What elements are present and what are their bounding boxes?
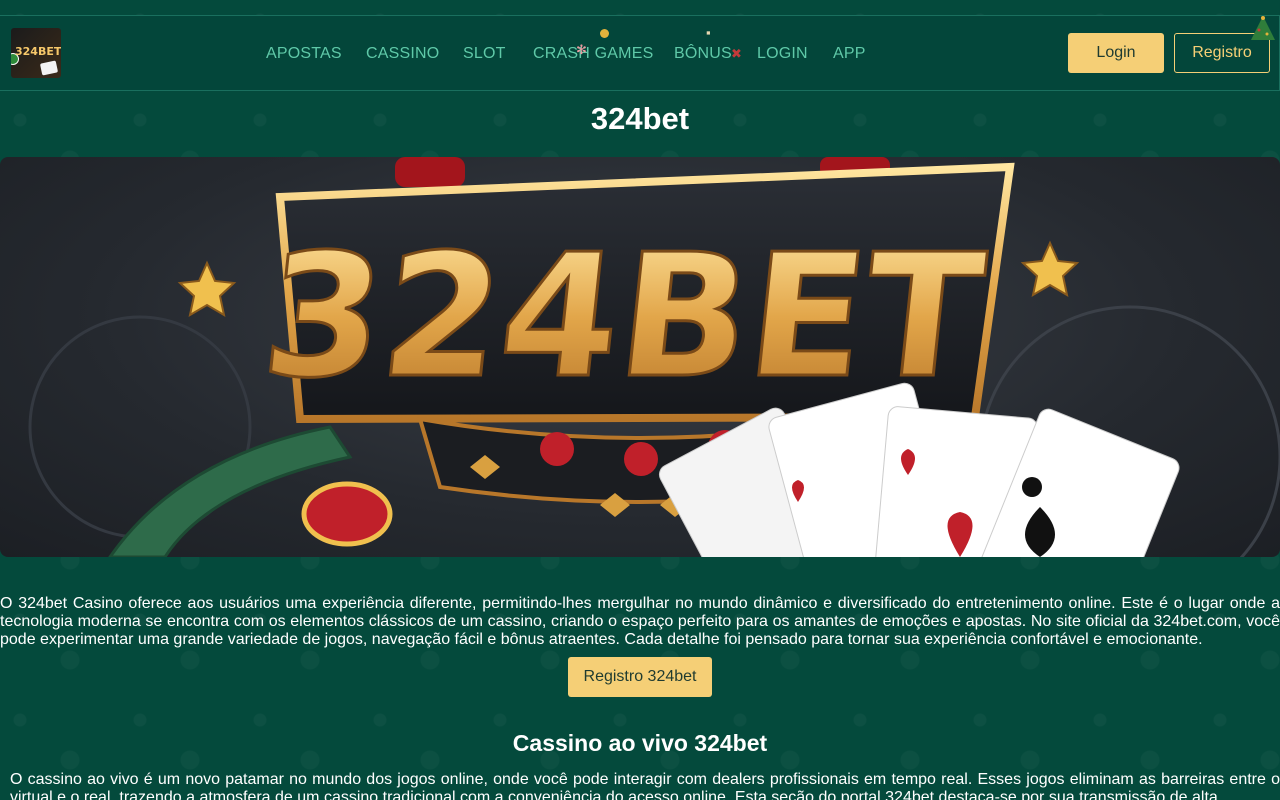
ornament-icon xyxy=(600,29,609,38)
chip-icon xyxy=(624,442,658,476)
chip-icon xyxy=(395,157,465,187)
bow-icon: ✖ xyxy=(731,46,742,61)
banner-logo-text: 324BET xyxy=(255,218,992,415)
nav-item-apostas[interactable]: APOSTAS xyxy=(266,45,342,63)
nav-item-login[interactable]: LOGIN xyxy=(757,45,808,63)
star-icon xyxy=(177,260,237,318)
register-cta-button[interactable]: Registro 324bet xyxy=(568,657,712,697)
site-logo[interactable]: 324BET xyxy=(11,28,61,78)
hero-banner[interactable]: 324BET xyxy=(0,157,1280,557)
christmas-tree-icon xyxy=(1251,16,1275,40)
nav-item-crash-games[interactable]: CRASH GAMES xyxy=(533,45,653,63)
live-casino-paragraph: O cassino ao vivo é um novo patamar no m… xyxy=(10,771,1280,800)
page-title: 324bet xyxy=(590,101,690,136)
snowflake-icon: ✻ xyxy=(576,42,587,57)
nav-item-bonus[interactable]: BÔNUS xyxy=(674,45,732,63)
banner-art: 324BET xyxy=(28,157,1280,557)
gift-icon: ▪ xyxy=(706,25,711,40)
site-header: 324BET APOSTAS CASSINO SLOT CRASH GAMES … xyxy=(0,15,1280,91)
playing-card-icon xyxy=(39,60,59,76)
nav-item-cassino[interactable]: CASSINO xyxy=(366,45,439,63)
logo-text: 324BET xyxy=(15,45,61,58)
nav-item-slot[interactable]: SLOT xyxy=(463,45,506,63)
intro-paragraph: O 324bet Casino oferece aos usuários uma… xyxy=(0,595,1280,648)
login-button[interactable]: Login xyxy=(1068,33,1164,73)
poker-chip-icon xyxy=(301,481,393,547)
chip-icon xyxy=(540,432,574,466)
nav-item-app[interactable]: APP xyxy=(833,45,866,63)
star-icon xyxy=(1020,240,1080,298)
section-heading-live-casino: Cassino ao vivo 324bet xyxy=(512,730,768,756)
